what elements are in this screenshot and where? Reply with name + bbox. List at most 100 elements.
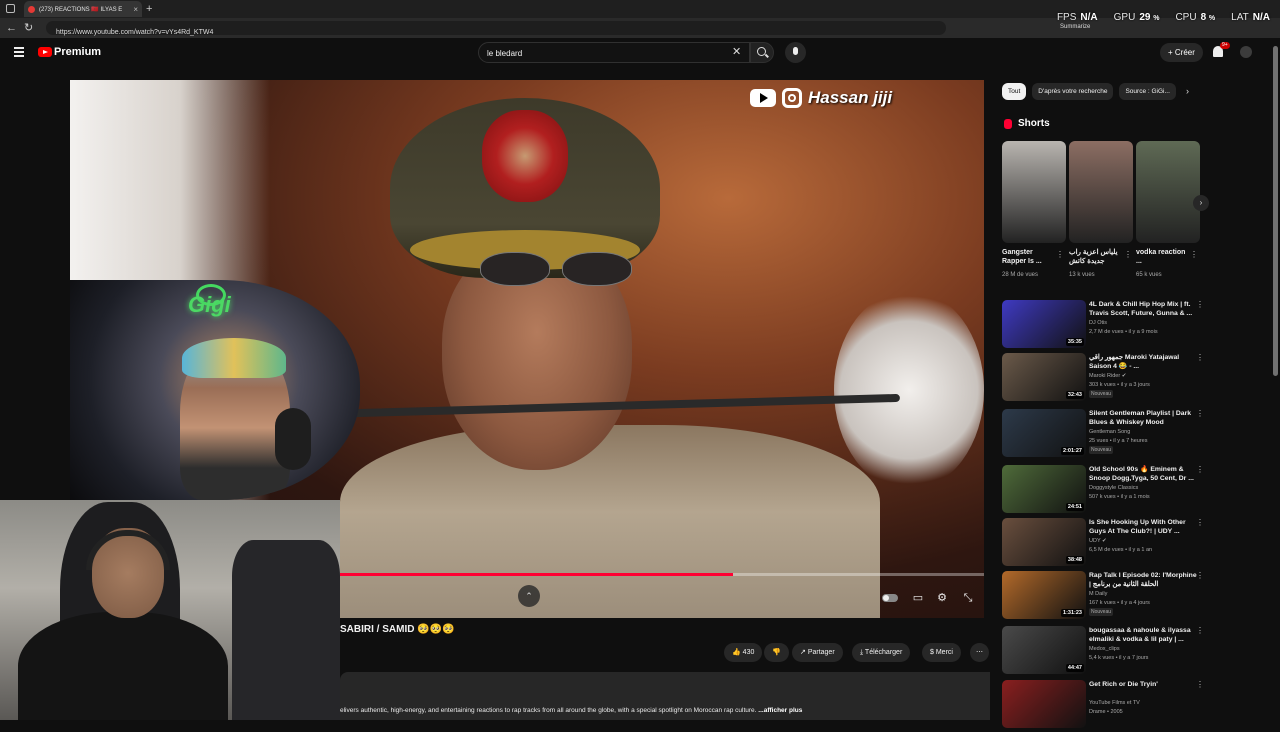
voice-search-button[interactable] (785, 42, 806, 63)
autoplay-toggle[interactable] (882, 594, 898, 602)
short-thumbnail[interactable] (1136, 141, 1200, 243)
recommendation-channel[interactable]: DJ Otis (1089, 320, 1107, 326)
recommendation-thumbnail[interactable]: 24:51 (1002, 465, 1086, 513)
exit-fullscreen-icon[interactable]: ⤡ (960, 590, 976, 606)
recommendation-item[interactable]: 44:47 bougassaa & nahoule & ilyassa elmal… (1002, 626, 1204, 678)
shorts-logo-icon (1004, 119, 1012, 129)
subtitles-icon[interactable]: ▭ (910, 590, 926, 606)
webcam-overlay-streamer (0, 500, 340, 720)
show-more-link[interactable]: ...afficher plus (758, 707, 802, 714)
recommendation-item[interactable]: 2:01:27 Silent Gentleman Playlist | Dark … (1002, 409, 1204, 461)
settings-gear-icon[interactable]: ⚙ (934, 590, 950, 606)
search-query: le bledard (487, 49, 523, 58)
cap-badge-emblem (482, 110, 568, 202)
recommendation-more-icon[interactable]: ⋮ (1196, 680, 1204, 689)
short-thumbnail[interactable] (1069, 141, 1133, 243)
short-more-icon[interactable]: ⋮ (1190, 250, 1198, 259)
clear-search-icon[interactable]: ✕ (732, 45, 741, 59)
recommendation-thumbnail[interactable]: 2:01:27 (1002, 409, 1086, 457)
recommendation-thumbnail[interactable]: 1:31:23 (1002, 571, 1086, 619)
summarize-button[interactable]: Summarize (1060, 24, 1090, 30)
recommendation-more-icon[interactable]: ⋮ (1196, 571, 1204, 580)
chips-next-chevron-icon[interactable]: › (1186, 86, 1189, 96)
back-arrow-icon[interactable]: ← (6, 21, 17, 35)
logo-text[interactable]: Premium (54, 46, 101, 58)
shorts-next-chevron-icon[interactable]: › (1193, 195, 1209, 211)
gpu-readout: GPU 29 % (1113, 12, 1160, 23)
recommendation-title[interactable]: Is She Hooking Up With Other Guys At The… (1089, 518, 1197, 536)
recommendation-more-icon[interactable]: ⋮ (1196, 626, 1204, 635)
download-label: Télécharger (864, 649, 903, 656)
recommendation-item[interactable]: 1:31:23 Rap Talk I Episode 02: l'Morphine… (1002, 571, 1204, 623)
recommendation-title[interactable]: 4L Dark & Chill Hip Hop Mix | ft. Travis… (1089, 300, 1197, 318)
empty-chair (232, 540, 340, 720)
short-more-icon[interactable]: ⋮ (1124, 250, 1132, 259)
account-avatar[interactable] (1240, 46, 1252, 58)
menu-icon[interactable] (14, 47, 24, 59)
share-button[interactable]: ↗ Partager (792, 643, 843, 662)
recommendation-thumbnail[interactable] (1002, 680, 1086, 728)
recommendation-channel[interactable]: Maroki Rider ✔ (1089, 373, 1126, 379)
chip-source[interactable]: Source : GiGi... (1119, 83, 1176, 100)
recommendation-thumbnail[interactable]: 32:43 (1002, 353, 1086, 401)
short-title[interactable]: Gangster Rapper Is ... (1002, 248, 1058, 266)
recommendation-item[interactable]: 32:43 جمهور راقي Maroki Yatajawal Saison … (1002, 353, 1204, 405)
short-title[interactable]: يلياس اعزية راب جديدة كاتش (1069, 248, 1125, 266)
expand-chevron-up-icon[interactable]: ⌃ (518, 585, 540, 607)
recommendation-title[interactable]: جمهور راقي Maroki Yatajawal Saison 4 😂 -… (1089, 353, 1197, 371)
scrollbar-thumb[interactable] (1273, 46, 1278, 376)
recommendation-channel[interactable]: YouTube Films et TV (1089, 700, 1140, 706)
recommendation-item[interactable]: Get Rich or Die Tryin' YouTube Films et T… (1002, 680, 1204, 732)
more-actions-icon[interactable]: ⋯ (970, 643, 989, 662)
youtube-logo-icon[interactable] (38, 47, 52, 57)
create-label: Créer (1174, 48, 1195, 57)
short-thumbnail[interactable] (1002, 141, 1066, 243)
recommendation-thumbnail[interactable]: 35:35 (1002, 300, 1086, 348)
dislike-button[interactable]: 👎 (764, 643, 789, 662)
recommendation-channel[interactable]: UDY ✔ (1089, 538, 1107, 544)
like-count: 430 (742, 649, 755, 656)
new-tab-icon[interactable]: + (146, 2, 152, 16)
recommendation-more-icon[interactable]: ⋮ (1196, 300, 1204, 309)
create-button[interactable]: + Créer (1160, 43, 1203, 62)
recommendation-title[interactable]: Get Rich or Die Tryin' (1089, 680, 1197, 689)
reload-icon[interactable]: ↻ (24, 21, 33, 35)
chip-all[interactable]: Tout (1002, 83, 1027, 100)
recommendation-title[interactable]: Old School 90s 🔥 Eminem & Snoop Dogg,Tyg… (1089, 465, 1197, 483)
recommendation-channel[interactable]: Doggystyle Classics (1089, 485, 1138, 491)
recommendation-item[interactable]: 35:35 4L Dark & Chill Hip Hop Mix | ft. T… (1002, 300, 1204, 352)
recommendation-channel[interactable]: Medox_clips (1089, 646, 1120, 652)
window-menu-icon[interactable] (6, 4, 15, 13)
description-text[interactable]: elivers authentic, high-energy, and ente… (340, 707, 990, 714)
search-button[interactable] (750, 42, 774, 63)
short-more-icon[interactable]: ⋮ (1056, 250, 1064, 259)
recommendation-thumbnail[interactable]: 44:47 (1002, 626, 1086, 674)
browser-tab[interactable]: (273) REACTIONS 🇲🇦 ILYAS E × (24, 1, 142, 17)
youtube-header: Premium le bledard ✕ + Créer 9+ (0, 38, 1280, 68)
chip-related-search[interactable]: D'après votre recherche (1032, 83, 1114, 100)
recommendation-more-icon[interactable]: ⋮ (1196, 353, 1204, 362)
recommendation-channel[interactable]: M Daily (1089, 591, 1107, 597)
webcam-overlay-guest: Gigi (70, 280, 360, 500)
download-button[interactable]: ⤓ Télécharger (852, 643, 911, 662)
progress-bar[interactable] (340, 573, 984, 576)
short-title[interactable]: vodka reaction ... (1136, 248, 1192, 266)
recommendation-item[interactable]: 24:51 Old School 90s 🔥 Eminem & Snoop Dog… (1002, 465, 1204, 517)
recording-indicator-icon (28, 5, 35, 13)
tab-close-icon[interactable]: × (133, 5, 138, 14)
thanks-label: Merci (935, 649, 953, 656)
recommendation-title[interactable]: Rap Talk I Episode 02: l'Morphine | الحل… (1089, 571, 1197, 589)
thanks-button[interactable]: $ Merci (922, 643, 961, 662)
recommendation-item[interactable]: 38:48 Is She Hooking Up With Other Guys A… (1002, 518, 1204, 570)
recommendation-more-icon[interactable]: ⋮ (1196, 465, 1204, 474)
recommendation-more-icon[interactable]: ⋮ (1196, 518, 1204, 527)
like-button[interactable]: 👍 430 (724, 643, 763, 662)
address-bar[interactable]: https://www.youtube.com/watch?v=vYs4Rd_K… (46, 21, 946, 36)
recommendation-title[interactable]: Silent Gentleman Playlist | Dark Blues &… (1089, 409, 1197, 427)
recommendation-title[interactable]: bougassaa & nahoule & ilyassa elmaliki &… (1089, 626, 1197, 644)
recommendation-more-icon[interactable]: ⋮ (1196, 409, 1204, 418)
recommendation-channel[interactable]: Gentleman Song (1089, 429, 1130, 435)
recommendation-thumbnail[interactable]: 38:48 (1002, 518, 1086, 566)
search-input[interactable]: le bledard (478, 42, 750, 63)
recommendation-meta: Drame • 2005 (1089, 709, 1123, 715)
